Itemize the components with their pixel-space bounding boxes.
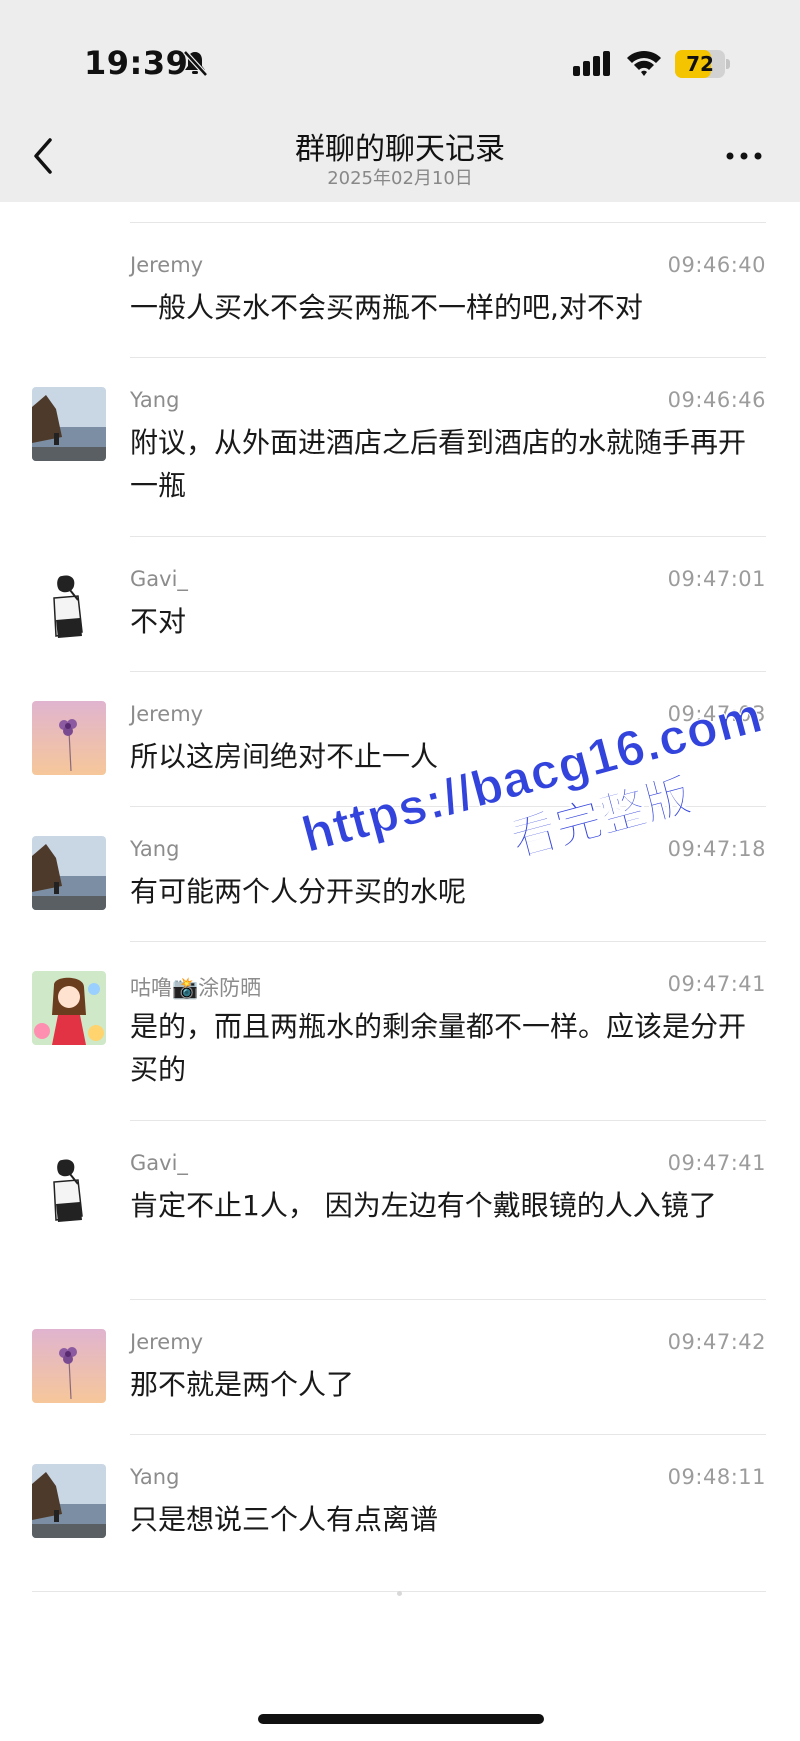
message-time: 09:47:41: [667, 1151, 766, 1175]
message-text: 肯定不止1人， 因为左边有个戴眼镜的人入镜了: [130, 1189, 717, 1222]
message-text: 是的，而且两瓶水的剩余量都不一样。应该是分开买的: [130, 1010, 747, 1086]
message-time: 09:47:18: [667, 837, 766, 861]
divider: [130, 222, 766, 223]
message-text: 不对: [130, 605, 187, 638]
battery-percent: 72: [686, 52, 714, 76]
divider: [130, 1120, 766, 1121]
divider: [130, 1299, 766, 1300]
battery-icon: 72: [675, 50, 731, 78]
divider: [130, 941, 766, 942]
avatar[interactable]: [32, 1329, 106, 1403]
divider: [130, 671, 766, 672]
message-text: 只是想说三个人有点离谱: [130, 1503, 439, 1536]
signal-icon: [573, 51, 610, 76]
bell-muted-icon: [183, 50, 208, 77]
more-icon[interactable]: [724, 146, 764, 166]
message-text: 所以这房间绝对不止一人: [130, 740, 439, 773]
avatar[interactable]: [32, 566, 106, 640]
sender-name: Yang: [130, 388, 180, 412]
wifi-icon: [627, 50, 661, 76]
home-indicator[interactable]: [258, 1714, 544, 1724]
avatar[interactable]: [32, 971, 106, 1045]
battery-cap: [726, 59, 730, 69]
message-text: 有可能两个人分开买的水呢: [130, 875, 467, 908]
message-text: 那不就是两个人了: [130, 1368, 355, 1401]
top-bar: 19:39 72 群聊的聊天记录 2025年02月10日: [0, 0, 800, 202]
message-time: 09:46:40: [667, 253, 766, 277]
message-time: 09:47:41: [667, 972, 766, 996]
divider: [130, 357, 766, 358]
status-time: 19:39: [84, 44, 189, 82]
avatar[interactable]: [32, 836, 106, 910]
message-time: 09:47:01: [667, 567, 766, 591]
sender-name: Jeremy: [130, 702, 204, 726]
page-title: 群聊的聊天记录: [295, 132, 505, 167]
sender-name: Jeremy: [130, 253, 204, 277]
page-subtitle-date: 2025年02月10日: [327, 168, 473, 189]
message-text: 一般人买水不会买两瓶不一样的吧,对不对: [130, 291, 643, 324]
avatar[interactable]: [32, 387, 106, 461]
scroll-indicator-dot: [397, 1591, 402, 1596]
message-time: 09:47:03: [667, 702, 766, 726]
sender-name: 咕噜📸涂防晒: [130, 976, 262, 1000]
sender-name: Yang: [130, 1465, 180, 1489]
message-time: 09:47:42: [667, 1330, 766, 1354]
avatar[interactable]: [32, 1150, 106, 1224]
sender-name: Gavi_: [130, 567, 188, 591]
divider: [130, 536, 766, 537]
sender-name: Jeremy: [130, 1330, 204, 1354]
sender-name: Yang: [130, 837, 180, 861]
avatar[interactable]: [32, 701, 106, 775]
message-time: 09:48:11: [667, 1465, 766, 1489]
sender-name: Gavi_: [130, 1151, 188, 1175]
divider: [130, 1434, 766, 1435]
message-text: 附议，从外面进酒店之后看到酒店的水就随手再开一瓶: [130, 426, 747, 502]
message-time: 09:46:46: [667, 388, 766, 412]
avatar[interactable]: [32, 1464, 106, 1538]
divider: [130, 806, 766, 807]
